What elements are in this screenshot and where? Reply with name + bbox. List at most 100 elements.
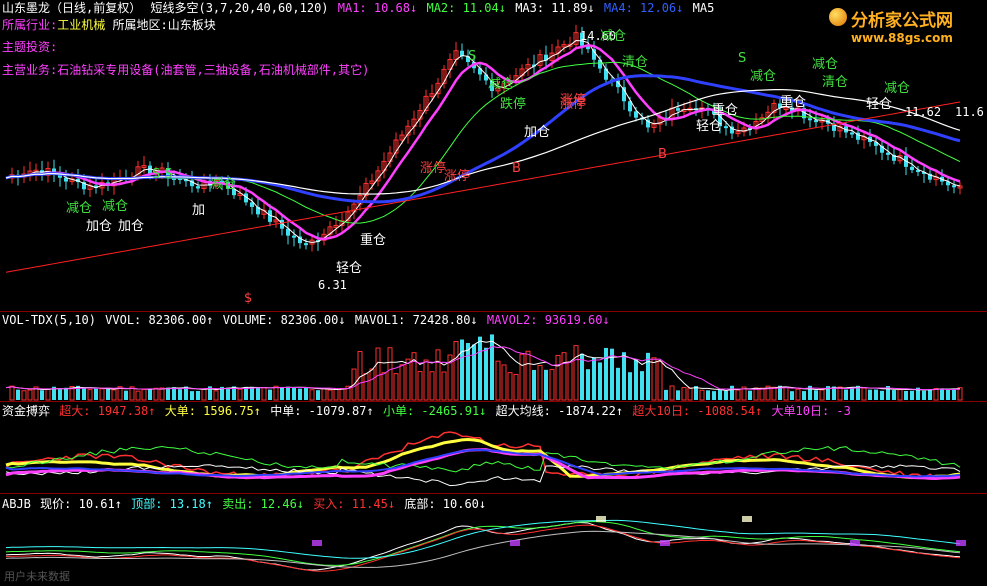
volume-bar — [628, 372, 632, 400]
volume-panel[interactable]: VOL-TDX(5,10) VVOL: 82306.00↑ VOLUME: 82… — [0, 312, 987, 402]
volume-bar — [250, 386, 254, 400]
volume-bar — [99, 388, 105, 401]
ma-line-magenta — [5, 43, 961, 241]
volume-bar — [166, 387, 170, 400]
abjb-marker-box — [312, 540, 322, 546]
candle-body — [814, 120, 818, 123]
volume-bar — [897, 389, 903, 401]
volume-bar — [651, 357, 657, 401]
volume-bar — [178, 389, 182, 400]
price-low-label: 6.31 — [318, 278, 347, 292]
volume-bar — [417, 371, 423, 401]
volume-bar — [16, 389, 20, 400]
volume-bar — [814, 390, 818, 400]
volume-bar — [928, 389, 932, 400]
volume-bar — [268, 389, 272, 400]
volume-bar — [495, 360, 501, 401]
volume-bar — [532, 369, 536, 400]
volume-bar — [795, 388, 801, 401]
volume-chart[interactable] — [0, 312, 987, 402]
volume-bar — [622, 352, 626, 400]
volume-bar — [393, 373, 399, 401]
volume-bar — [441, 371, 447, 401]
volume-bar — [910, 390, 914, 400]
volume-bar — [339, 387, 345, 401]
volume-bar — [946, 388, 950, 400]
volume-bar — [861, 387, 867, 401]
signal-label: 重仓 — [780, 94, 806, 110]
price-right-label-2: 11.6 — [955, 105, 984, 119]
volume-bar — [544, 369, 548, 400]
volume-bar — [790, 391, 794, 400]
candle-body — [634, 111, 638, 118]
volume-bar — [423, 359, 429, 401]
volume-bar — [298, 388, 302, 400]
fund-mid-line — [5, 464, 961, 487]
volume-bar — [273, 385, 279, 401]
volume-bar — [604, 347, 608, 400]
signal-label: 涨停 — [420, 160, 446, 176]
volume-bar — [634, 359, 638, 400]
volume-bar — [369, 368, 375, 401]
volume-bar — [952, 389, 956, 400]
volume-bar — [321, 387, 327, 401]
abjb-marker-box — [510, 540, 520, 546]
volume-bar — [664, 389, 668, 400]
volume-bar — [435, 349, 441, 401]
abjb-chart[interactable] — [0, 494, 987, 586]
candle-body — [292, 235, 296, 238]
volume-bar — [567, 361, 573, 401]
volume-bar — [657, 361, 663, 401]
volume-bar — [40, 390, 44, 400]
abjb-marker-box — [660, 540, 670, 546]
volume-bar — [460, 339, 464, 400]
signal-label: 重仓 — [360, 232, 386, 248]
abjb-buy-line — [5, 524, 961, 572]
volume-bar — [525, 350, 531, 401]
volume-bar — [190, 391, 194, 400]
volume-bar — [730, 385, 734, 400]
volume-bar — [735, 389, 741, 401]
volume-bar — [261, 386, 267, 401]
volume-bar — [580, 353, 584, 400]
volume-bar — [9, 385, 15, 401]
volume-bar — [484, 347, 488, 400]
signal-label: 加 — [192, 203, 205, 218]
volume-bar — [94, 388, 98, 400]
signal-label: 涨停 — [444, 168, 470, 184]
volume-bar — [363, 373, 369, 401]
volume-bar — [237, 388, 243, 401]
signal-label: 减仓 — [812, 57, 838, 72]
volume-bar — [783, 386, 789, 401]
volume-bar — [466, 342, 470, 400]
volume-bar — [153, 387, 159, 401]
volume-bar — [555, 354, 561, 401]
volume-bar — [669, 385, 675, 401]
volume-bar — [561, 352, 567, 401]
main-kline-panel[interactable]: 山东墨龙（日线,前复权） 短线多空(3,7,20,40,60,120) MA1:… — [0, 0, 987, 312]
signal-label: B — [658, 147, 667, 162]
volume-bar — [292, 387, 296, 400]
volume-bar — [573, 345, 579, 401]
signal-label: 轻仓 — [866, 97, 892, 112]
signal-label: S — [738, 51, 746, 66]
volume-bar — [159, 387, 165, 401]
volume-bar — [844, 389, 848, 400]
volume-bar — [640, 371, 644, 400]
volume-bar — [616, 367, 620, 400]
volume-bar — [141, 389, 147, 401]
volume-bar — [904, 390, 908, 400]
volume-bar — [280, 386, 284, 400]
candle-body — [952, 185, 956, 188]
kline-chart[interactable]: 14.606.3111.62 11.6减仓 减仓加仓 加仓加减仓S S重仓轻仓涨停涨停… — [0, 0, 987, 312]
signal-label: 清仓 — [622, 55, 648, 70]
candle-body — [304, 243, 308, 246]
fund-panel[interactable]: 资金搏弈 超大: 1947.38↑ 大单: 1596.75↑ 中单: -1079… — [0, 402, 987, 494]
signal-label: 重仓 — [712, 102, 738, 118]
signal-label: 减仓 — [488, 77, 514, 92]
volume-bar — [375, 347, 381, 401]
volume-bar — [172, 387, 176, 400]
fund-chart[interactable] — [0, 402, 987, 494]
candle-body — [196, 186, 200, 189]
abjb-panel[interactable]: ABJB 现价: 10.61↑ 顶部: 13.18↑ 卖出: 12.46↓ 买入… — [0, 494, 987, 586]
